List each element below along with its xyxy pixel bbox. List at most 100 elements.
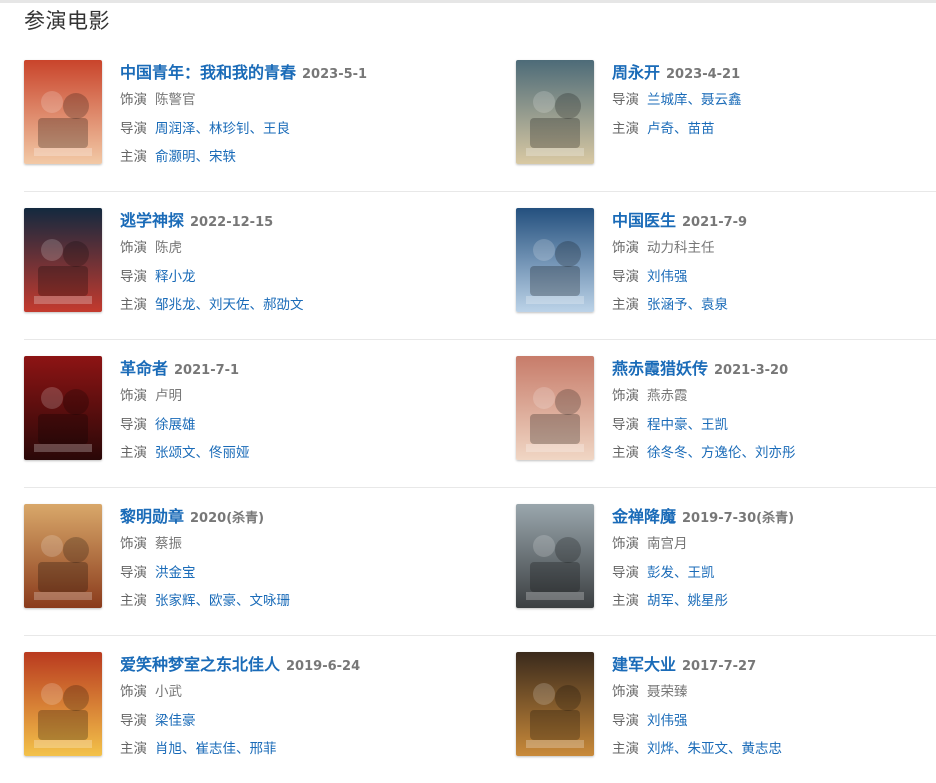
list-separator: 、 <box>687 297 702 313</box>
movie-star-line: 主演 刘烨、朱亚文、黄志忠 <box>612 735 936 764</box>
movie-title-link[interactable]: 中国医生 <box>612 211 676 230</box>
movie-star-line: 主演 卢奇、苗苗 <box>612 115 936 144</box>
movie-poster-image[interactable] <box>24 356 102 460</box>
movie-release-date: 2022-12-15 <box>190 215 274 230</box>
movie-director-label: 导演 <box>120 712 147 729</box>
list-separator: 、 <box>195 120 210 137</box>
person-link[interactable]: 袁泉 <box>701 297 728 313</box>
movie-poster-image[interactable] <box>516 208 594 312</box>
movie-role-label: 饰演 <box>120 388 147 404</box>
person-link[interactable]: 王良 <box>263 121 290 137</box>
list-separator: 、 <box>195 149 210 165</box>
movie-title-link[interactable]: 革命者 <box>120 359 168 378</box>
movie-release-date: 2021-7-9 <box>682 215 748 230</box>
movie-title-link[interactable]: 中国青年：我和我的青春 <box>120 63 296 82</box>
person-link[interactable]: 邢菲 <box>250 741 277 757</box>
filmography-grid: 中国青年：我和我的青春 2023-5-1 饰演 陈警官 导演 周润泽、林珍钊、王良 主演 俞灏… <box>24 44 936 783</box>
movie-poster-image[interactable] <box>516 356 594 460</box>
person-link[interactable]: 释小龙 <box>155 269 196 285</box>
person-link[interactable]: 文咏珊 <box>250 593 291 609</box>
person-link[interactable]: 方逸伦 <box>701 445 742 461</box>
movie-director-line: 导演 释小龙 <box>120 263 450 292</box>
movie-release-date: 2023-5-1 <box>302 67 368 82</box>
movie-row: 逃学神探 2022-12-15 饰演 陈虎 导演 释小龙 主演 邹兆龙、刘天佐、郝劭文 中国医生… <box>24 192 936 340</box>
person-link[interactable]: 张涵予 <box>647 297 688 313</box>
person-link[interactable]: 姚星彤 <box>688 593 729 609</box>
person-link[interactable]: 王凯 <box>701 417 728 433</box>
person-link[interactable]: 彭发 <box>647 565 674 581</box>
person-link[interactable]: 兰城庠 <box>647 92 688 108</box>
movie-poster-image[interactable] <box>24 60 102 164</box>
person-link[interactable]: 邹兆龙 <box>155 297 196 313</box>
movie-title-link[interactable]: 爱笑种梦室之东北佳人 <box>120 655 280 674</box>
person-link[interactable]: 张家辉 <box>155 593 196 609</box>
person-link[interactable]: 程中豪 <box>647 417 688 433</box>
movie-poster-image[interactable] <box>24 208 102 312</box>
movie-director-label: 导演 <box>120 564 147 581</box>
movie-poster-image[interactable] <box>24 504 102 608</box>
role-name: 卢明 <box>155 388 182 404</box>
person-link[interactable]: 崔志佳 <box>196 741 237 757</box>
list-separator: 、 <box>195 593 210 609</box>
movie-role-line: 饰演 陈虎 <box>120 234 450 263</box>
movie-poster-image[interactable] <box>516 652 594 756</box>
person-link[interactable]: 佟丽娅 <box>209 445 250 461</box>
movie-title-link[interactable]: 逃学神探 <box>120 211 184 230</box>
role-name: 南宫月 <box>647 536 688 552</box>
movie-info: 金禅降魔 2019-7-30(杀青) 饰演 南宫月 导演 彭发、王凯 主演 胡军、姚星彤 <box>612 504 936 616</box>
person-link[interactable]: 胡军 <box>647 593 674 609</box>
person-link[interactable]: 肖旭 <box>155 741 182 757</box>
movie-poster-image[interactable] <box>516 60 594 164</box>
movie-release-date: 2021-7-1 <box>174 363 240 378</box>
person-link[interactable]: 宋轶 <box>209 149 236 165</box>
role-name: 动力科主任 <box>647 240 715 256</box>
person-link[interactable]: 俞灏明 <box>155 149 196 165</box>
movie-poster-image[interactable] <box>24 652 102 756</box>
person-link[interactable]: 黄志忠 <box>742 741 783 757</box>
list-separator: 、 <box>728 741 742 757</box>
movie-director-line: 导演 刘伟强 <box>612 707 936 736</box>
person-link[interactable]: 刘伟强 <box>647 713 688 729</box>
movie-title-link[interactable]: 金禅降魔 <box>612 507 676 526</box>
movie-title-line: 周永开 2023-4-21 <box>612 60 936 86</box>
person-link[interactable]: 王凯 <box>688 565 715 581</box>
movie-title-link[interactable]: 周永开 <box>612 63 660 82</box>
movie-director-label: 导演 <box>612 564 639 581</box>
person-link[interactable]: 徐冬冬 <box>647 445 688 461</box>
movie-poster-image[interactable] <box>516 504 594 608</box>
person-link[interactable]: 欧豪 <box>209 593 236 609</box>
movie-role-line: 饰演 小武 <box>120 678 450 707</box>
person-link[interactable]: 徐展雄 <box>155 417 196 433</box>
person-link[interactable]: 洪金宝 <box>155 565 196 581</box>
role-name: 燕赤霞 <box>647 388 688 404</box>
person-link[interactable]: 苗苗 <box>688 121 715 137</box>
movie-role-label: 饰演 <box>612 536 639 552</box>
person-link[interactable]: 卢奇 <box>647 121 674 137</box>
list-separator: 、 <box>741 445 756 461</box>
person-link[interactable]: 张颂文 <box>155 445 196 461</box>
movie-title-line: 建军大业 2017-7-27 <box>612 652 936 678</box>
person-link[interactable]: 周润泽 <box>155 121 196 137</box>
movie-title-link[interactable]: 燕赤霞猎妖传 <box>612 359 708 378</box>
movie-title-link[interactable]: 建军大业 <box>612 655 676 674</box>
movie-role-line: 饰演 陈警官 <box>120 86 450 115</box>
person-link[interactable]: 朱亚文 <box>688 741 729 757</box>
person-link[interactable]: 聂云鑫 <box>701 92 742 108</box>
person-link[interactable]: 刘亦彤 <box>755 445 796 461</box>
movie-title-link[interactable]: 黎明勋章 <box>120 507 184 526</box>
movie-role-label: 饰演 <box>120 240 147 256</box>
movie-star-line: 主演 徐冬冬、方逸伦、刘亦彤 <box>612 439 936 468</box>
role-name: 聂荣臻 <box>647 684 688 700</box>
person-link[interactable]: 郝劭文 <box>263 297 304 313</box>
list-separator: 、 <box>195 445 210 461</box>
person-link[interactable]: 刘天佐 <box>209 297 250 313</box>
person-link[interactable]: 刘烨 <box>647 741 674 757</box>
movie-star-line: 主演 邹兆龙、刘天佐、郝劭文 <box>120 291 450 320</box>
person-link[interactable]: 梁佳豪 <box>155 713 196 729</box>
movie-card: 黎明勋章 2020(杀青) 饰演 蔡振 导演 洪金宝 主演 张家辉、欧豪、文咏珊 <box>24 504 444 614</box>
person-link[interactable]: 刘伟强 <box>647 269 688 285</box>
person-link[interactable]: 林珍钊 <box>209 121 250 137</box>
movie-info: 革命者 2021-7-1 饰演 卢明 导演 徐展雄 主演 张颂文、佟丽娅 <box>120 356 450 468</box>
movie-director-line: 导演 梁佳豪 <box>120 707 450 736</box>
movie-director-label: 导演 <box>612 268 639 285</box>
